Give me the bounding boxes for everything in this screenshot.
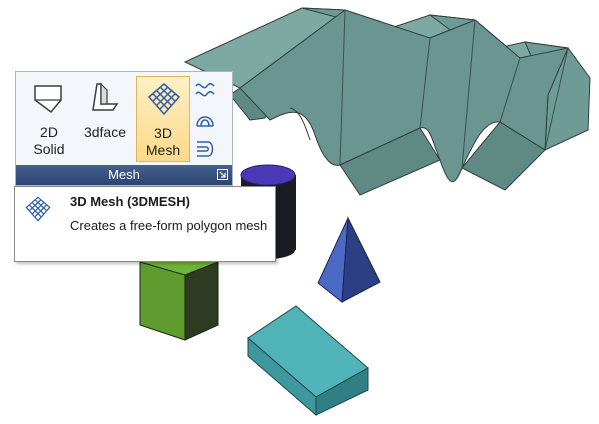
pyramid-solid [317, 216, 381, 303]
mesh-surface [183, 7, 591, 196]
3dface-icon [92, 82, 119, 111]
dialog-launcher-icon[interactable] [217, 169, 228, 180]
3d-mesh-icon [147, 83, 181, 116]
ruled-surface-icon[interactable] [194, 78, 216, 100]
wedge-solid [247, 305, 369, 417]
2d-solid-label: 2D Solid [33, 124, 65, 157]
2d-solid-icon [34, 85, 62, 114]
mesh-panel-title-bar: Mesh [16, 165, 232, 185]
mesh-small-tools [194, 78, 220, 168]
3d-mesh-label: 3D Mesh [145, 125, 181, 158]
mesh-panel-title: Mesh [108, 167, 140, 182]
3dface-button[interactable]: 3dface [78, 76, 132, 162]
revolved-surface-icon[interactable] [194, 108, 216, 130]
ribbon-mesh-panel: 2D Solid 3dface 3D Mesh Mesh [15, 71, 233, 186]
tooltip-description: Creates a free-form polygon mesh [70, 218, 268, 233]
edge-surface-icon[interactable] [194, 138, 216, 160]
3dface-label: 3dface [83, 124, 127, 140]
2d-solid-button[interactable]: 2D Solid [22, 76, 76, 162]
3d-mesh-icon [25, 196, 51, 222]
3d-mesh-button[interactable]: 3D Mesh [136, 76, 190, 162]
tooltip-title: 3D Mesh (3DMESH) [70, 194, 190, 209]
cube-solid [139, 261, 219, 341]
tooltip-3d-mesh: 3D Mesh (3DMESH) Creates a free-form pol… [14, 186, 276, 262]
